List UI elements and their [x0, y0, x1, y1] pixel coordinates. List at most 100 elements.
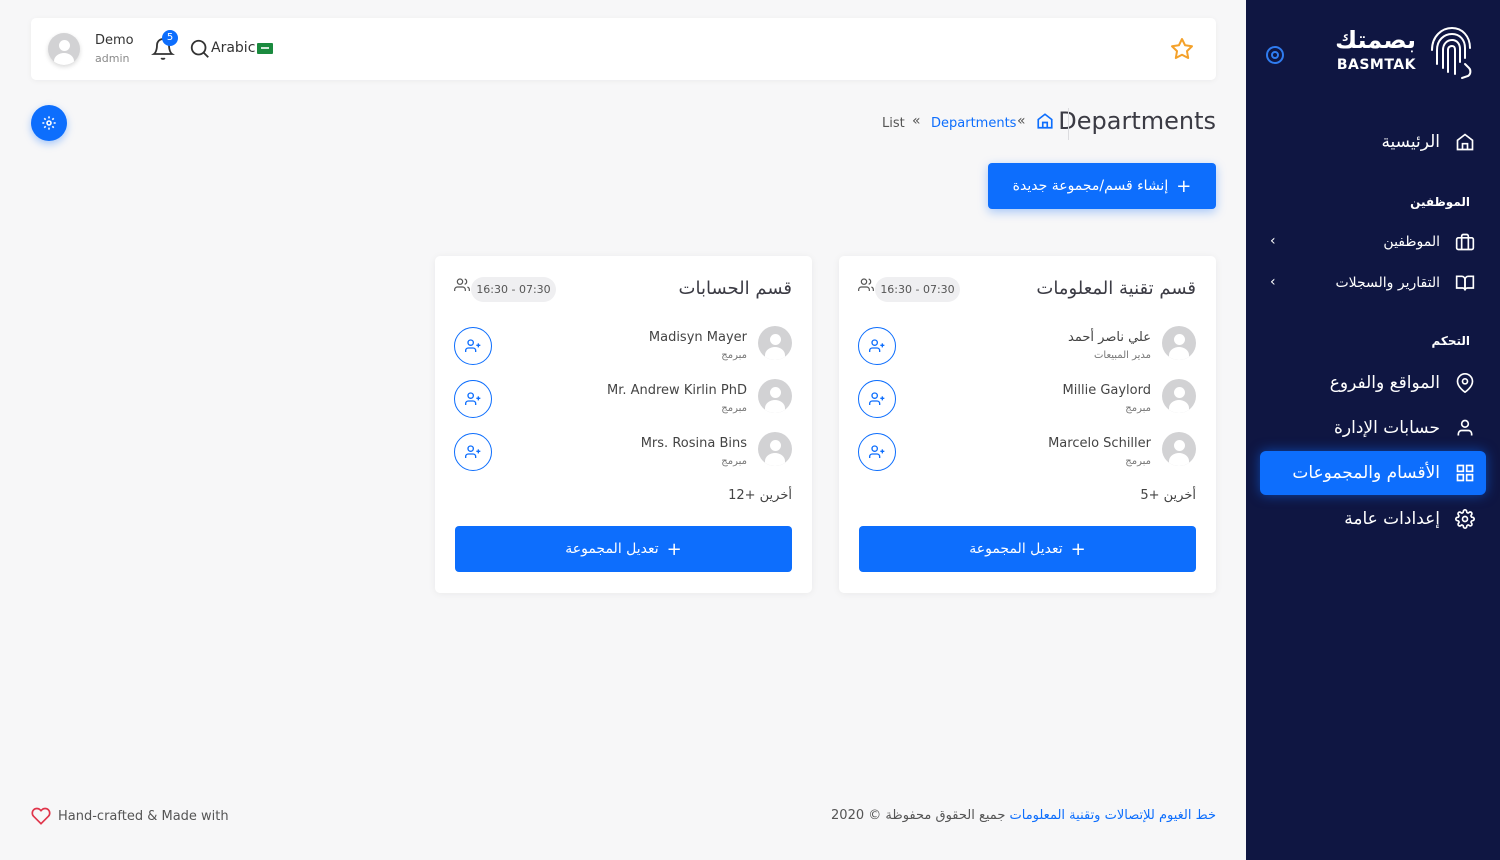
member-role: مبرمج [1125, 403, 1151, 414]
sidebar-item-label: التقارير والسجلات [1335, 275, 1440, 291]
users-icon [454, 278, 470, 291]
user-plus-icon [465, 339, 481, 352]
breadcrumb-home-icon[interactable] [1036, 112, 1054, 130]
edit-group-label: تعديل المجموعة [565, 541, 659, 557]
member-row: Mr. Andrew Kirlin PhD مبرمج [454, 379, 792, 419]
sidebar-item-label: الموظفين [1383, 234, 1440, 250]
create-department-button[interactable]: إنشاء قسم/مجموعة جديدة + [988, 163, 1216, 209]
breadcrumb-separator-icon: « [1017, 113, 1026, 129]
topbar: Demo admin 5 Arabic [31, 18, 1216, 80]
add-member-button[interactable] [858, 327, 896, 365]
search-icon[interactable] [189, 38, 211, 60]
copyright: خط الغيوم للإتصالات وتقنية المعلومات جمي… [831, 808, 1216, 823]
member-avatar [758, 379, 792, 413]
company-link[interactable]: خط الغيوم للإتصالات وتقنية المعلومات [1010, 808, 1217, 823]
footer-credit: Hand-crafted & Made with [31, 805, 229, 827]
member-role: مبرمج [721, 456, 747, 467]
user-icon [1454, 417, 1476, 439]
add-member-button[interactable] [858, 380, 896, 418]
plus-icon: + [666, 538, 682, 560]
add-member-button[interactable] [858, 433, 896, 471]
saudi-flag-icon [257, 43, 273, 54]
user-role: admin [95, 52, 130, 65]
breadcrumb-current: List [882, 116, 905, 131]
chevron-left-icon: ‹ [1270, 233, 1276, 249]
member-row: Madisyn Mayer مبرمج [454, 326, 792, 366]
department-name: قسم تقنية المعلومات [1036, 278, 1196, 299]
edit-group-button[interactable]: تعديل المجموعة + [455, 526, 792, 572]
heart-icon [31, 807, 51, 825]
member-avatar [1162, 379, 1196, 413]
user-plus-icon [869, 339, 885, 352]
sidebar-item-label: حسابات الإدارة [1333, 418, 1440, 438]
title-divider [1068, 108, 1069, 140]
sidebar-item-employees[interactable]: ‹ الموظفين [1260, 220, 1486, 264]
working-hours-badge: 16:30 - 07:30 [875, 277, 960, 302]
grid-icon [1454, 462, 1476, 484]
map-pin-icon [1454, 372, 1476, 394]
edit-group-button[interactable]: تعديل المجموعة + [859, 526, 1196, 572]
sidebar-item-locations[interactable]: المواقع والفروع [1260, 361, 1486, 405]
department-card: قسم الحسابات 16:30 - 07:30 Madisyn Mayer… [435, 256, 812, 593]
user-avatar[interactable] [48, 33, 80, 65]
other-members-count: 5+ أخرين [1140, 488, 1196, 503]
member-role: مبرمج [721, 403, 747, 414]
member-name: Mrs. Rosina Bins [640, 436, 747, 451]
brand-logo[interactable]: بصمتك BASMTAK [1314, 24, 1474, 80]
member-name: Marcelo Schiller [1048, 436, 1151, 451]
sidebar-collapse-toggle[interactable] [1266, 46, 1284, 64]
member-avatar [758, 432, 792, 466]
plus-icon: + [1176, 175, 1192, 197]
book-icon [1454, 272, 1476, 294]
user-name[interactable]: Demo [95, 33, 134, 48]
sidebar-item-label: المواقع والفروع [1329, 373, 1440, 393]
language-selector[interactable]: Arabic [211, 40, 255, 56]
sidebar-item-label: إعدادات عامة [1344, 509, 1440, 529]
department-card: قسم تقنية المعلومات 16:30 - 07:30 علي نا… [839, 256, 1216, 593]
create-department-label: إنشاء قسم/مجموعة جديدة [1012, 178, 1169, 194]
breadcrumb-link-departments[interactable]: Departments [931, 116, 1016, 131]
edit-group-label: تعديل المجموعة [969, 541, 1063, 557]
member-row: علي ناصر أحمد مدير المبيعات [858, 326, 1196, 366]
add-member-button[interactable] [454, 327, 492, 365]
made-with-text: Hand-crafted & Made with [58, 808, 229, 824]
add-member-button[interactable] [454, 380, 492, 418]
member-role: مدير المبيعات [1093, 350, 1151, 361]
brand-name-arabic: بصمتك [1335, 26, 1416, 54]
user-plus-icon [869, 392, 885, 405]
page-title: Departments [1058, 107, 1216, 135]
sidebar-item-settings[interactable]: إعدادات عامة [1260, 497, 1486, 541]
sidebar-item-home[interactable]: الرئيسية [1260, 120, 1486, 164]
other-members-count: 12+ أخرين [728, 488, 792, 503]
member-name: علي ناصر أحمد [1068, 330, 1151, 345]
fingerprint-icon [1431, 26, 1472, 79]
member-name: Mr. Andrew Kirlin PhD [606, 383, 747, 398]
sidebar-item-departments[interactable]: الأقسام والمجموعات [1260, 451, 1486, 495]
member-row: Marcelo Schiller مبرمج [858, 432, 1196, 472]
user-plus-icon [465, 445, 481, 458]
users-icon [858, 278, 874, 291]
add-member-button[interactable] [454, 433, 492, 471]
member-row: Mrs. Rosina Bins مبرمج [454, 432, 792, 472]
member-row: Millie Gaylord مبرمج [858, 379, 1196, 419]
sidebar-item-admin-accounts[interactable]: حسابات الإدارة [1260, 406, 1486, 450]
home-icon [1454, 131, 1476, 153]
brand-name-english: BASMTAK [1336, 57, 1416, 73]
user-plus-icon [465, 392, 481, 405]
member-avatar [758, 326, 792, 360]
member-role: مبرمج [1125, 456, 1151, 467]
notification-badge: 5 [162, 30, 178, 46]
member-name: Madisyn Mayer [648, 330, 747, 345]
star-icon[interactable] [1170, 37, 1194, 61]
member-avatar [1162, 432, 1196, 466]
member-role: مبرمج [721, 350, 747, 361]
department-name: قسم الحسابات [678, 278, 792, 299]
user-plus-icon [869, 445, 885, 458]
plus-icon: + [1070, 538, 1086, 560]
customizer-button[interactable] [31, 105, 67, 141]
member-name: Millie Gaylord [1062, 383, 1151, 398]
working-hours-badge: 16:30 - 07:30 [471, 277, 556, 302]
section-title-control: التحكم [1431, 334, 1470, 348]
sidebar-item-reports[interactable]: ‹ التقارير والسجلات [1260, 261, 1486, 305]
sidebar-item-label: الأقسام والمجموعات [1292, 463, 1440, 483]
